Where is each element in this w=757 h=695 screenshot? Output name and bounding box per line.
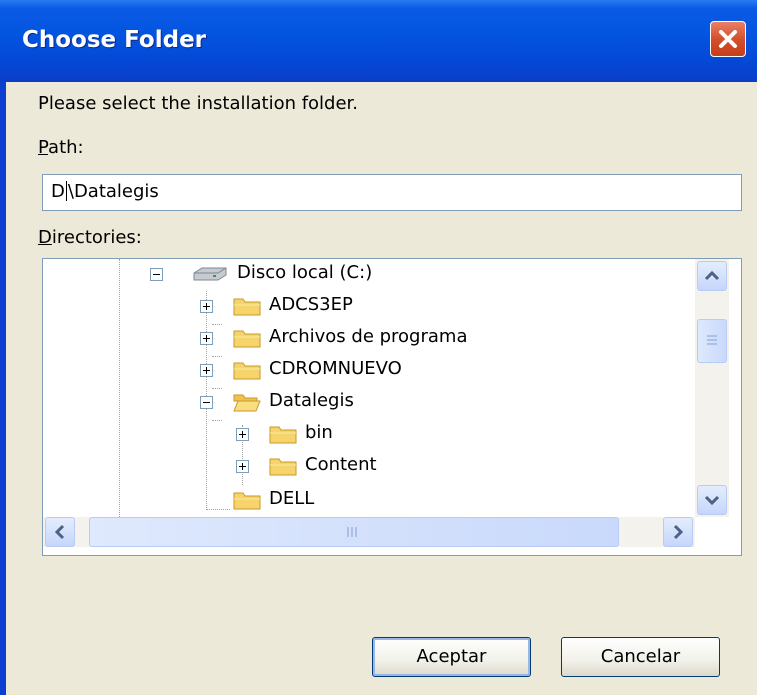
dialog-body: Please select the installation folder. P…: [6, 82, 757, 695]
expand-icon[interactable]: [200, 364, 213, 377]
folder-icon: [233, 330, 261, 348]
ok-button[interactable]: Aceptar: [372, 637, 531, 677]
horizontal-scrollbar[interactable]: [43, 517, 695, 547]
expand-icon[interactable]: [236, 460, 249, 473]
collapse-icon[interactable]: [200, 396, 213, 409]
expand-icon[interactable]: [200, 332, 213, 345]
directories-label: Directories:: [38, 227, 142, 248]
arrow-left-icon: [54, 524, 65, 540]
expand-icon[interactable]: [236, 428, 249, 441]
path-label: Path:: [38, 137, 84, 158]
scroll-left-button[interactable]: [45, 517, 75, 547]
close-icon: [719, 30, 737, 48]
tree-label: Archivos de programa: [269, 326, 468, 347]
scroll-right-button[interactable]: [663, 517, 693, 547]
tree-node-folder[interactable]: bin: [43, 419, 683, 449]
tree-label: CDROMNUEVO: [269, 358, 402, 379]
folder-icon: [269, 426, 297, 444]
tree-label: Content: [305, 454, 377, 475]
arrow-up-icon: [704, 270, 720, 281]
close-button[interactable]: [710, 21, 746, 57]
tree-node-folder[interactable]: ADCS3EP: [43, 291, 683, 321]
directory-tree[interactable]: Disco local (C:) ADCS3EP Archivos de pro…: [42, 258, 742, 556]
cancel-button[interactable]: Cancelar: [561, 637, 720, 677]
tree-node-drive[interactable]: Disco local (C:): [43, 259, 683, 289]
tree-node-folder-selected[interactable]: Datalegis: [43, 387, 683, 417]
tree-node-folder[interactable]: Archivos de programa: [43, 323, 683, 353]
collapse-icon[interactable]: [150, 268, 163, 281]
vertical-scroll-thumb[interactable]: [697, 319, 727, 363]
hard-drive-icon: [193, 267, 227, 281]
vertical-scrollbar[interactable]: [695, 259, 729, 517]
expand-icon[interactable]: [200, 300, 213, 313]
tree-label: Disco local (C:): [237, 262, 373, 283]
folder-icon: [233, 298, 261, 316]
arrow-down-icon: [704, 495, 720, 506]
tree-label: ADCS3EP: [269, 294, 353, 315]
tree-label: Datalegis: [269, 390, 354, 411]
path-input[interactable]: D \Datalegis: [42, 174, 742, 211]
window-title: Choose Folder: [22, 27, 207, 53]
tree-label: DELL: [269, 488, 315, 509]
title-bar[interactable]: Choose Folder: [0, 0, 757, 82]
scroll-up-button[interactable]: [697, 261, 727, 291]
folder-icon: [233, 362, 261, 380]
grip-icon: [347, 527, 357, 537]
folder-icon: [233, 492, 261, 510]
folder-icon: [269, 458, 297, 476]
open-folder-icon: [233, 394, 261, 412]
scroll-down-button[interactable]: [697, 485, 727, 515]
arrow-right-icon: [673, 524, 684, 540]
tree-node-folder[interactable]: DELL: [43, 485, 683, 515]
tree-node-folder[interactable]: Content: [43, 451, 683, 481]
tree-label: bin: [305, 422, 333, 443]
grip-icon: [707, 335, 717, 345]
horizontal-scroll-thumb[interactable]: [89, 517, 619, 547]
tree-node-folder[interactable]: CDROMNUEVO: [43, 355, 683, 385]
prompt-text: Please select the installation folder.: [38, 93, 359, 114]
choose-folder-window: Choose Folder Please select the installa…: [0, 0, 757, 695]
